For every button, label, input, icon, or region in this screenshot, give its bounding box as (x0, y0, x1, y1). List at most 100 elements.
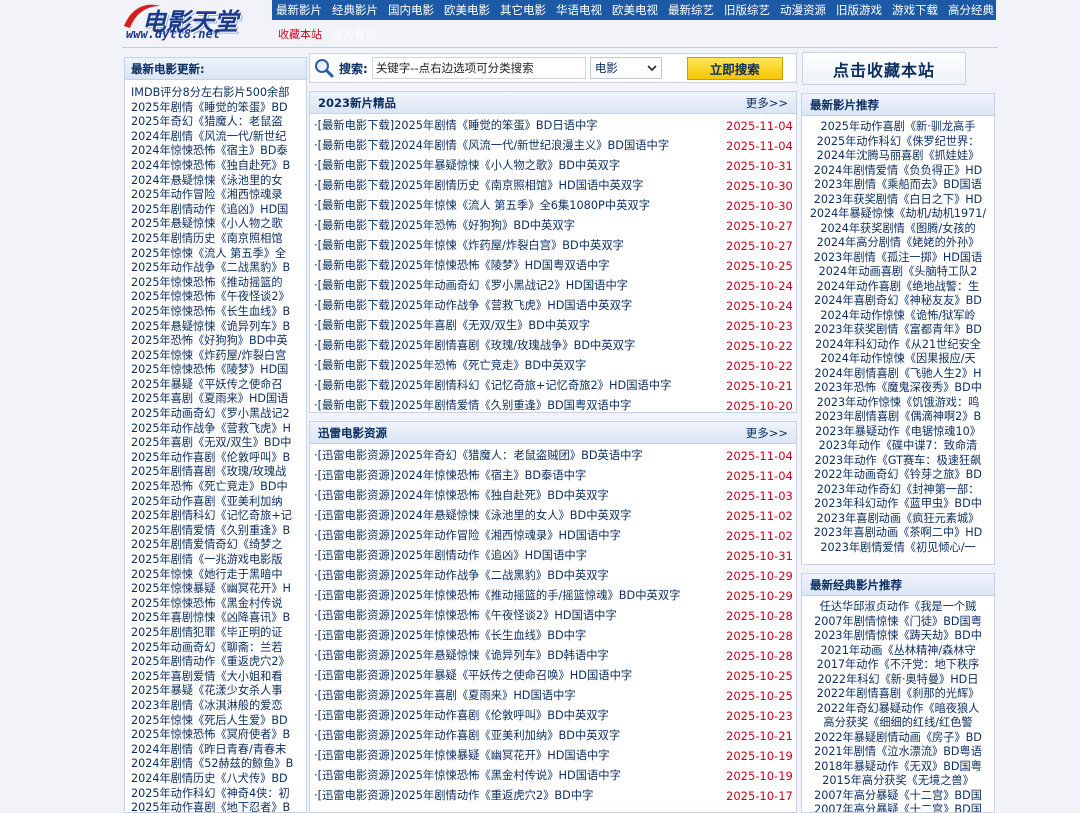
movie-link[interactable]: 2025年恐怖《好狗狗》BD中英 (131, 334, 306, 349)
recommended-movie-link[interactable]: 2021年剧情《泣水漂流》BD粤语 (802, 745, 994, 760)
movie-link[interactable]: 2025年惊悚暴疑《幽冥花开》H (131, 582, 306, 597)
movie-link[interactable]: IMDB评分8分左右影片500余部 (131, 86, 306, 101)
movie-link[interactable]: 2025年动作喜剧《地下忍者》B (131, 801, 306, 812)
homepage-link[interactable]: 设为首页 (332, 26, 376, 42)
nav-link[interactable]: 欧美电影 (444, 2, 490, 18)
movie-title-link[interactable]: ·[迅雷电影资源]2025年剧情动作《追凶》HD国语中字 (314, 546, 587, 566)
recommended-movie-link[interactable]: 2024年暴疑惊悚《劫机/劫机1971/ (802, 207, 994, 222)
nav-link[interactable]: 国内电影 (388, 2, 434, 18)
recommended-movie-link[interactable]: 2022年剧情喜剧《刹那的光辉》 (802, 687, 994, 702)
movie-link[interactable]: 2025年剧情科幻《记忆奇旅+记 (131, 509, 306, 524)
recommended-movie-link[interactable]: 2023年获奖剧情《富都青年》BD (802, 323, 994, 338)
movie-title-link[interactable]: ·[最新电影下载]2025年剧情喜剧《玫瑰/玫瑰战争》BD中英双字 (314, 336, 635, 356)
recommended-movie-link[interactable]: 任达华邱淑贞动作《我是一个贼 (802, 600, 994, 615)
bookmark-site-button[interactable]: 点击收藏本站 (802, 52, 966, 85)
recommended-movie-link[interactable]: 2023年科幻动作《蓝甲虫》BD中 (802, 497, 994, 512)
recommended-movie-link[interactable]: 2024年获奖剧情《图腾/女孩的 (802, 222, 994, 237)
movie-title-link[interactable]: ·[迅雷电影资源]2025年悬疑惊悚《诡异列车》BD韩语中字 (314, 646, 609, 666)
nav-link[interactable]: 最新影片 (276, 2, 322, 18)
recommended-movie-link[interactable]: 2023年动作奇幻《封神第一部： (802, 483, 994, 498)
movie-link[interactable]: 2025年惊悚《流人 第五季》全 (131, 247, 306, 262)
movie-title-link[interactable]: ·[迅雷电影资源]2025年动作冒险《湘西惊魂录》HD国语中字 (314, 526, 621, 546)
recommended-movie-link[interactable]: 2022年奇幻暴疑动作《暗夜狼人 (802, 702, 994, 717)
recommended-movie-link[interactable]: 2023年剧情爱情《初见倾心/一 (802, 541, 994, 556)
nav-link[interactable]: 欧美电视 (612, 2, 658, 18)
movie-title-link[interactable]: ·[迅雷电影资源]2025年惊悚恐怖《长生血线》BD中字 (314, 626, 586, 646)
movie-link[interactable]: 2025年奇幻《猎魔人：老鼠盗 (131, 115, 306, 130)
nav-link[interactable]: 经典影片 (332, 2, 378, 18)
recommended-movie-link[interactable]: 2023年喜剧动画《茶啊二中》HD (802, 526, 994, 541)
movie-title-link[interactable]: ·[最新电影下载]2025年恐怖《死亡竞走》BD中英双字 (314, 356, 586, 376)
movie-link[interactable]: 2025年剧情爱情奇幻《绮梦之 (131, 538, 306, 553)
movie-title-link[interactable]: ·[最新电影下载]2025年惊悚《炸药屋/炸裂白宫》BD中英双字 (314, 236, 624, 256)
movie-title-link[interactable]: ·[最新电影下载]2025年剧情历史《南京照相馆》HD国语中英双字 (314, 176, 643, 196)
movie-title-link[interactable]: ·[最新电影下载]2025年惊悚《流人 第五季》全6集1080P中英双字 (314, 196, 650, 216)
movie-title-link[interactable]: ·[最新电影下载]2025年剧情科幻《记忆奇旅+记忆奇旅2》HD国语中字 (314, 376, 671, 396)
nav-link[interactable]: 其它电影 (500, 2, 546, 18)
movie-link[interactable]: 2025年暴疑《花漾少女杀人事 (131, 684, 306, 699)
movie-link[interactable]: 2025年剧情喜剧《玫瑰/玫瑰战 (131, 465, 306, 480)
bookmark-link[interactable]: 收藏本站 (278, 26, 322, 42)
movie-title-link[interactable]: ·[最新电影下载]2024年剧情《风流一代/新世纪浪漫主义》BD国语中字 (314, 136, 669, 156)
recommended-movie-link[interactable]: 2025年动作喜剧《新·驯龙高手 (802, 120, 994, 135)
nav-link[interactable]: 动漫资源 (780, 2, 826, 18)
nav-link[interactable]: 高分经典 (948, 2, 994, 18)
movie-link[interactable]: 2025年动画奇幻《罗小黑战记2 (131, 407, 306, 422)
recommended-movie-link[interactable]: 2018年暴疑动作《无双》BD国粤 (802, 760, 994, 775)
movie-link[interactable]: 2025年恐怖《死亡竞走》BD中 (131, 480, 306, 495)
recommended-movie-link[interactable]: 2023年暴疑动作《电锯惊魂10》 (802, 425, 994, 440)
search-category-select[interactable]: 电影 (589, 57, 662, 79)
thunder-resources-more-link[interactable]: 更多>> (746, 422, 788, 444)
movie-link[interactable]: 2025年剧情动作《重返虎穴2》 (131, 655, 306, 670)
recommended-movie-link[interactable]: 2023年恐怖《魔鬼深夜秀》BD中 (802, 381, 994, 396)
recommended-movie-link[interactable]: 2024年动作惊悚《诡怖/狱军岭 (802, 309, 994, 324)
movie-link[interactable]: 2025年惊悚恐怖《陵梦》HD国 (131, 363, 306, 378)
recommended-movie-link[interactable]: 2023年剧情喜剧《偶滴神啊2》B (802, 410, 994, 425)
movie-link[interactable]: 2025年剧情《一兆游戏电影版 (131, 553, 306, 568)
movie-link[interactable]: 2025年剧情爱情《久别重逢》B (131, 524, 306, 539)
movie-link[interactable]: 2025年惊悚《炸药屋/炸裂白宫 (131, 349, 306, 364)
recommended-movie-link[interactable]: 2024年动作喜剧《绝地战警：生 (802, 280, 994, 295)
recommended-movie-link[interactable]: 2021年动画《丛林精神/森林守 (802, 644, 994, 659)
movie-link[interactable]: 2025年动作冒险《湘西惊魂录 (131, 188, 306, 203)
movie-link[interactable]: 2025年动作科幻《神奇4侠：初 (131, 787, 306, 802)
movie-title-link[interactable]: ·[迅雷电影资源]2025年动作喜剧《伦敦呼叫》BD中英双字 (314, 706, 609, 726)
nav-link[interactable]: 游戏下载 (892, 2, 938, 18)
movie-link[interactable]: 2025年喜剧《无双/双生》BD中 (131, 436, 306, 451)
recommended-movie-link[interactable]: 2024年科幻动作《从21世纪安全 (802, 338, 994, 353)
movie-link[interactable]: 2024年剧情《52赫兹的鲸鱼》B (131, 757, 306, 772)
recommended-movie-link[interactable]: 2022年暴疑剧情动画《房子》BD (802, 731, 994, 746)
movie-link[interactable]: 2025年惊悚恐怖《冥府使者》B (131, 728, 306, 743)
movie-link[interactable]: 2025年喜剧爱情《大小姐和看 (131, 670, 306, 685)
movie-title-link[interactable]: ·[最新电影下载]2025年喜剧《无双/双生》BD中英双字 (314, 316, 590, 336)
movie-link[interactable]: 2025年动作战争《营救飞虎》H (131, 422, 306, 437)
movie-title-link[interactable]: ·[迅雷电影资源]2025年剧情动作《重返虎穴2》BD中字 (314, 786, 593, 806)
recommended-movie-link[interactable]: 2024年沈腾马丽喜剧《抓娃娃》 (802, 149, 994, 164)
recommended-movie-link[interactable]: 2024年动作惊悚《因果报应/天 (802, 352, 994, 367)
movie-link[interactable]: 2025年惊悚恐怖《黑金村传说 (131, 597, 306, 612)
movie-title-link[interactable]: ·[迅雷电影资源]2024年惊悚恐怖《独自赴死》BD中英双字 (314, 486, 609, 506)
movie-title-link[interactable]: ·[最新电影下载]2025年动画奇幻《罗小黑战记2》HD国语中字 (314, 276, 628, 296)
movie-title-link[interactable]: ·[迅雷电影资源]2025年惊悚恐怖《黑金村传说》HD国语中字 (314, 766, 621, 786)
recommended-movie-link[interactable]: 2023年获奖剧情《白日之下》HD (802, 193, 994, 208)
movie-title-link[interactable]: ·[最新电影下载]2025年剧情《睡觉的笨蛋》BD日语中字 (314, 116, 598, 136)
movie-link[interactable]: 2025年喜剧惊悚《凶降喜讯》B (131, 611, 306, 626)
movie-link[interactable]: 2024年惊悚恐怖《宿主》BD泰 (131, 144, 306, 159)
movie-link[interactable]: 2024年剧情《昨日青春/青春末 (131, 743, 306, 758)
recommended-movie-link[interactable]: 高分获奖《细细的红线/红色警 (802, 716, 994, 731)
movie-title-link[interactable]: ·[最新电影下载]2025年惊悚恐怖《陵梦》HD国粤双语中字 (314, 256, 610, 276)
recommended-movie-link[interactable]: 2023年动作惊悚《饥饿游戏：鸣 (802, 396, 994, 411)
movie-link[interactable]: 2025年动作喜剧《伦敦呼叫》B (131, 451, 306, 466)
recommended-movie-link[interactable]: 2007年高分暴疑《十二宫》BD国 (802, 789, 994, 804)
movie-link[interactable]: 2024年悬疑惊悚《泳池里的女 (131, 174, 306, 189)
site-logo[interactable]: 电影天堂 www.dytt8.net (122, 0, 270, 44)
movie-title-link[interactable]: ·[最新电影下载]2025年剧情爱情《久别重逢》BD国粤双语中字 (314, 396, 631, 416)
recommended-movie-link[interactable]: 2007年剧情惊悚《门徒》BD国粤 (802, 615, 994, 630)
recommended-movie-link[interactable]: 2007年高分暴疑《十二宫》BD国 (802, 803, 994, 812)
movie-link[interactable]: 2025年悬疑惊悚《小人物之歌 (131, 217, 306, 232)
nav-link[interactable]: 华语电视 (556, 2, 602, 18)
movie-link[interactable]: 2024年剧情《风流一代/新世纪 (131, 130, 306, 145)
movie-link[interactable]: 2025年惊悚《她行走于黑暗中 (131, 568, 306, 583)
recommended-movie-link[interactable]: 2023年剧情《乘船而去》BD国语 (802, 178, 994, 193)
movie-title-link[interactable]: ·[迅雷电影资源]2025年喜剧《夏雨来》HD国语中字 (314, 686, 576, 706)
